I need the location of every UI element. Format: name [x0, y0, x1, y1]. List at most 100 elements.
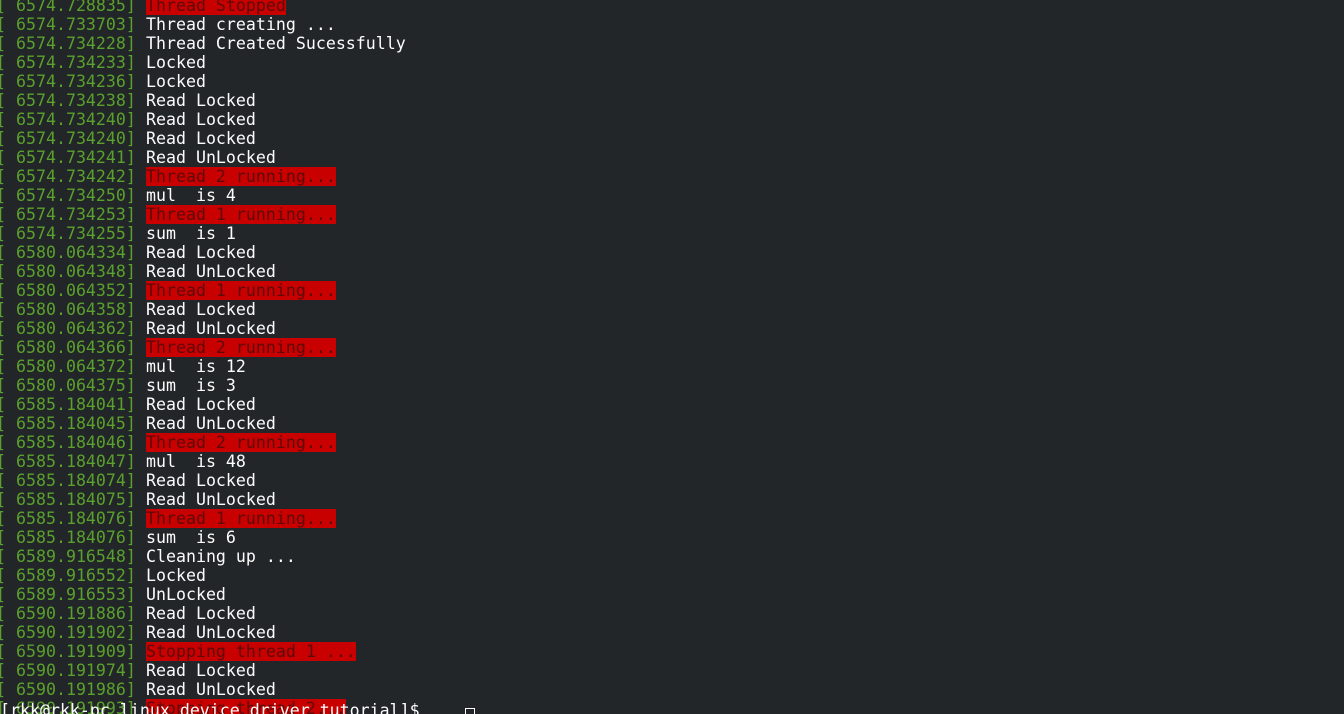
log-message: Read Locked — [146, 395, 256, 414]
log-message-highlighted: Stopping thread 1 ... — [146, 642, 356, 661]
log-line: [6580.064366] Thread 2 running... — [0, 338, 1344, 357]
log-line: [6589.916548] Cleaning up ... — [0, 547, 1344, 566]
line-bracket: [ — [0, 148, 6, 167]
log-message: Read Locked — [146, 661, 256, 680]
line-bracket: [ — [0, 262, 6, 281]
line-bracket: [ — [0, 357, 6, 376]
log-timestamp: 6580.064375] — [16, 376, 136, 395]
line-bracket: [ — [0, 680, 6, 699]
log-timestamp: 6574.734241] — [16, 148, 136, 167]
line-bracket: [ — [0, 376, 6, 395]
log-timestamp: 6574.734250] — [16, 186, 136, 205]
log-line: [6590.191902] Read UnLocked — [0, 623, 1344, 642]
log-timestamp: 6574.734238] — [16, 91, 136, 110]
line-bracket: [ — [0, 509, 6, 528]
line-bracket: [ — [0, 528, 6, 547]
line-bracket: [ — [0, 661, 6, 680]
log-line: [6585.184047] mul is 48 — [0, 452, 1344, 471]
log-timestamp: 6574.734242] — [16, 167, 136, 186]
line-bracket: [ — [0, 0, 6, 15]
log-line: [6580.064352] Thread 1 running... — [0, 281, 1344, 300]
line-bracket: [ — [0, 490, 6, 509]
log-timestamp: 6574.734253] — [16, 205, 136, 224]
line-bracket: [ — [0, 186, 6, 205]
log-message: Read Locked — [146, 110, 256, 129]
line-bracket: [ — [0, 15, 6, 34]
log-timestamp: 6574.734240] — [16, 129, 136, 148]
line-bracket: [ — [0, 395, 6, 414]
log-timestamp: 6585.184046] — [16, 433, 136, 452]
log-message: Locked — [146, 566, 206, 585]
log-timestamp: 6589.916553] — [16, 585, 136, 604]
log-timestamp: 6585.184075] — [16, 490, 136, 509]
line-bracket: [ — [0, 585, 6, 604]
log-message: mul is 48 — [146, 452, 246, 471]
log-line: [6585.184041] Read Locked — [0, 395, 1344, 414]
line-bracket: [ — [0, 642, 6, 661]
line-bracket: [ — [0, 243, 6, 262]
log-timestamp: 6590.191909] — [16, 642, 136, 661]
log-line: [6574.733703] Thread creating ... — [0, 15, 1344, 34]
log-timestamp: 6590.191986] — [16, 680, 136, 699]
log-message-highlighted: Thread 2 running... — [146, 167, 336, 186]
log-line: [6580.064375] sum is 3 — [0, 376, 1344, 395]
log-message: Read UnLocked — [146, 623, 276, 642]
log-line: [6585.184045] Read UnLocked — [0, 414, 1344, 433]
log-message: Read UnLocked — [146, 319, 276, 338]
log-timestamp: 6580.064334] — [16, 243, 136, 262]
line-bracket: [ — [0, 224, 6, 243]
log-message-highlighted: Thread 1 running... — [146, 205, 336, 224]
line-bracket: [ — [0, 34, 6, 53]
log-timestamp: 6585.184041] — [16, 395, 136, 414]
line-bracket: [ — [0, 110, 6, 129]
log-timestamp: 6574.734240] — [16, 110, 136, 129]
log-message: Read UnLocked — [146, 680, 276, 699]
line-bracket: [ — [0, 91, 6, 110]
log-message: sum is 6 — [146, 528, 236, 547]
log-message: Cleaning up ... — [146, 547, 296, 566]
log-timestamp: 6580.064348] — [16, 262, 136, 281]
log-message: Read Locked — [146, 243, 256, 262]
log-timestamp: 6574.728835] — [16, 0, 136, 15]
log-message: sum is 1 — [146, 224, 236, 243]
log-line: [6585.184076] sum is 6 — [0, 528, 1344, 547]
log-message: Read Locked — [146, 471, 256, 490]
log-line: [6590.191974] Read Locked — [0, 661, 1344, 680]
text-cursor — [465, 708, 475, 714]
line-bracket: [ — [0, 433, 6, 452]
log-timestamp: 6580.064358] — [16, 300, 136, 319]
line-bracket: [ — [0, 129, 6, 148]
log-line: [6574.734233] Locked — [0, 53, 1344, 72]
log-message: Read UnLocked — [146, 490, 276, 509]
log-timestamp: 6585.184045] — [16, 414, 136, 433]
log-timestamp: 6590.191886] — [16, 604, 136, 623]
log-message: sum is 3 — [146, 376, 236, 395]
log-line: [6580.064358] Read Locked — [0, 300, 1344, 319]
log-timestamp: 6589.916548] — [16, 547, 136, 566]
log-timestamp: 6574.734228] — [16, 34, 136, 53]
log-line: [6580.064372] mul is 12 — [0, 357, 1344, 376]
line-bracket: [ — [0, 623, 6, 642]
log-message: Read Locked — [146, 300, 256, 319]
log-line: [6590.191909] Stopping thread 1 ... — [0, 642, 1344, 661]
line-bracket: [ — [0, 604, 6, 623]
log-timestamp: 6574.734236] — [16, 72, 136, 91]
log-line: [6589.916552] Locked — [0, 566, 1344, 585]
log-timestamp: 6585.184076] — [16, 528, 136, 547]
log-line: [6585.184074] Read Locked — [0, 471, 1344, 490]
log-message: Thread Created Sucessfully — [146, 34, 406, 53]
log-timestamp: 6580.064372] — [16, 357, 136, 376]
line-bracket: [ — [0, 281, 6, 300]
line-bracket: [ — [0, 167, 6, 186]
log-line: [6574.734241] Read UnLocked — [0, 148, 1344, 167]
log-line: [6574.734253] Thread 1 running... — [0, 205, 1344, 224]
log-timestamp: 6574.733703] — [16, 15, 136, 34]
log-message: UnLocked — [146, 585, 226, 604]
line-bracket: [ — [0, 319, 6, 338]
log-timestamp: 6574.734233] — [16, 53, 136, 72]
log-line: [6580.064334] Read Locked — [0, 243, 1344, 262]
log-timestamp: 6585.184076] — [16, 509, 136, 528]
log-message: Read Locked — [146, 129, 256, 148]
log-timestamp: 6580.064366] — [16, 338, 136, 357]
terminal-window[interactable]: [6574.728835]Thread Stopped[6574.733703]… — [0, 0, 1344, 714]
